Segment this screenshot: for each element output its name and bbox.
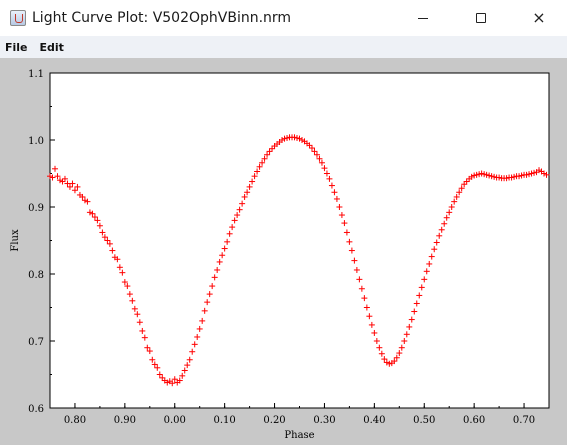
x-tick-label: 0.10 xyxy=(214,415,236,426)
menu-file[interactable]: File xyxy=(0,41,33,54)
title-bar: Light Curve Plot: V502OphVBinn.nrm × xyxy=(0,0,567,36)
y-tick-label: 1.0 xyxy=(28,136,44,147)
menu-bar: File Edit xyxy=(0,36,567,58)
y-tick-label: 1.1 xyxy=(28,69,44,80)
java-app-icon xyxy=(10,10,26,26)
minimize-icon xyxy=(418,17,428,19)
y-tick-label: 0.8 xyxy=(28,270,44,281)
x-tick-label: 0.30 xyxy=(313,415,335,426)
y-tick-label: 0.9 xyxy=(28,203,44,214)
menu-edit[interactable]: Edit xyxy=(35,41,69,54)
x-tick-label: 0.40 xyxy=(363,415,385,426)
close-button[interactable]: × xyxy=(516,0,562,36)
y-tick-label: 0.7 xyxy=(28,337,44,348)
minimize-button[interactable] xyxy=(400,0,446,36)
close-icon: × xyxy=(532,8,546,27)
x-tick-label: 0.90 xyxy=(114,415,136,426)
y-axis-label: Flux xyxy=(10,229,21,252)
x-tick-label: 0.60 xyxy=(463,415,485,426)
window-title: Light Curve Plot: V502OphVBinn.nrm xyxy=(32,10,292,26)
y-tick-label: 0.6 xyxy=(28,404,44,415)
plot-panel: 0.80 0.90 0.00 0.10 0.20 0.30 0.40 0.50 0.60 0.70… xyxy=(0,58,567,445)
x-tick-label: 0.00 xyxy=(164,415,186,426)
plot-area xyxy=(49,72,550,409)
x-tick-label: 0.70 xyxy=(513,415,535,426)
light-curve-chart: 0.80 0.90 0.00 0.10 0.20 0.30 0.40 0.50 0.60 0.70… xyxy=(0,58,567,445)
x-tick-label: 0.20 xyxy=(263,415,285,426)
x-tick-label: 0.80 xyxy=(64,415,86,426)
x-axis-label: Phase xyxy=(284,430,314,441)
maximize-button[interactable] xyxy=(458,0,504,36)
x-tick-label: 0.50 xyxy=(413,415,435,426)
maximize-icon xyxy=(476,13,486,23)
